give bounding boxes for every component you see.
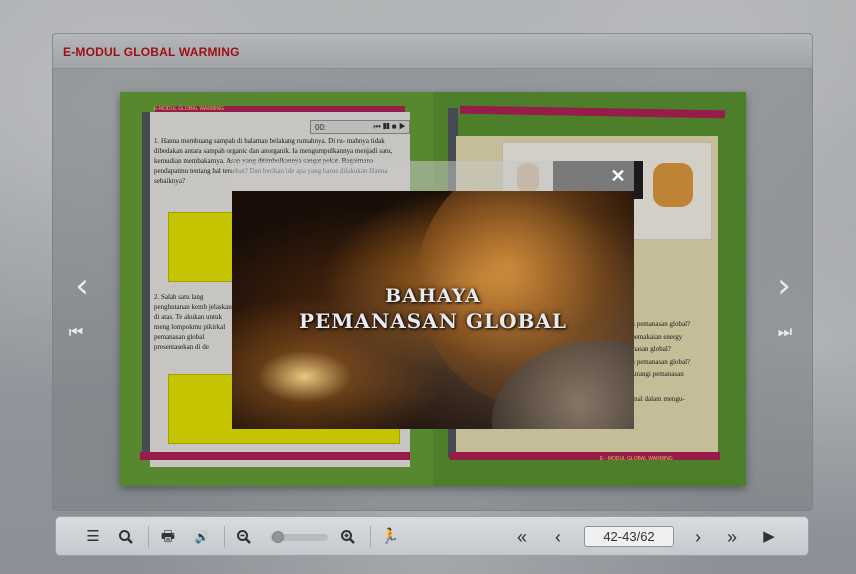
toolbar-divider — [224, 526, 225, 548]
next-page-button-icon[interactable]: › — [688, 527, 708, 547]
play-icon[interactable]: ▶ — [759, 527, 779, 547]
zoom-out-icon[interactable] — [234, 527, 254, 547]
video-player[interactable]: BAHAYA PEMANASAN GLOBAL — [232, 191, 634, 429]
first-page-icon[interactable]: ⏮ — [66, 323, 86, 343]
search-icon[interactable] — [116, 527, 136, 547]
zoom-in-icon[interactable] — [338, 527, 358, 547]
print-icon[interactable]: 🖶 — [158, 527, 178, 547]
video-title-line-2: PEMANASAN GLOBAL — [299, 309, 567, 333]
toolbar-divider — [370, 526, 371, 548]
page-number-field[interactable]: 42-43/62 — [584, 526, 674, 547]
first-page-button-icon[interactable]: « — [512, 527, 532, 547]
sound-icon[interactable]: 🔊 — [192, 527, 212, 547]
close-icon[interactable]: ✕ — [608, 166, 628, 186]
video-title-line-1: BAHAYA — [385, 285, 481, 307]
prev-page-arrow[interactable]: ‹ — [70, 268, 94, 304]
previous-page-button-icon[interactable]: ‹ — [548, 527, 568, 547]
toolbar-divider — [148, 526, 149, 548]
autoflip-runner-icon[interactable]: 🏃 — [380, 527, 400, 547]
zoom-slider-knob[interactable] — [272, 531, 284, 543]
video-modal-header — [232, 161, 634, 191]
table-of-contents-icon[interactable]: ☰ — [83, 527, 103, 547]
last-page-button-icon[interactable]: » — [722, 527, 742, 547]
bottom-toolbar: ☰ 🖶 🔊 🏃 « ‹ 42-43/62 › » ▶ — [55, 516, 809, 556]
last-page-icon[interactable]: ⏭ — [775, 323, 795, 343]
next-page-arrow[interactable]: › — [772, 268, 796, 304]
